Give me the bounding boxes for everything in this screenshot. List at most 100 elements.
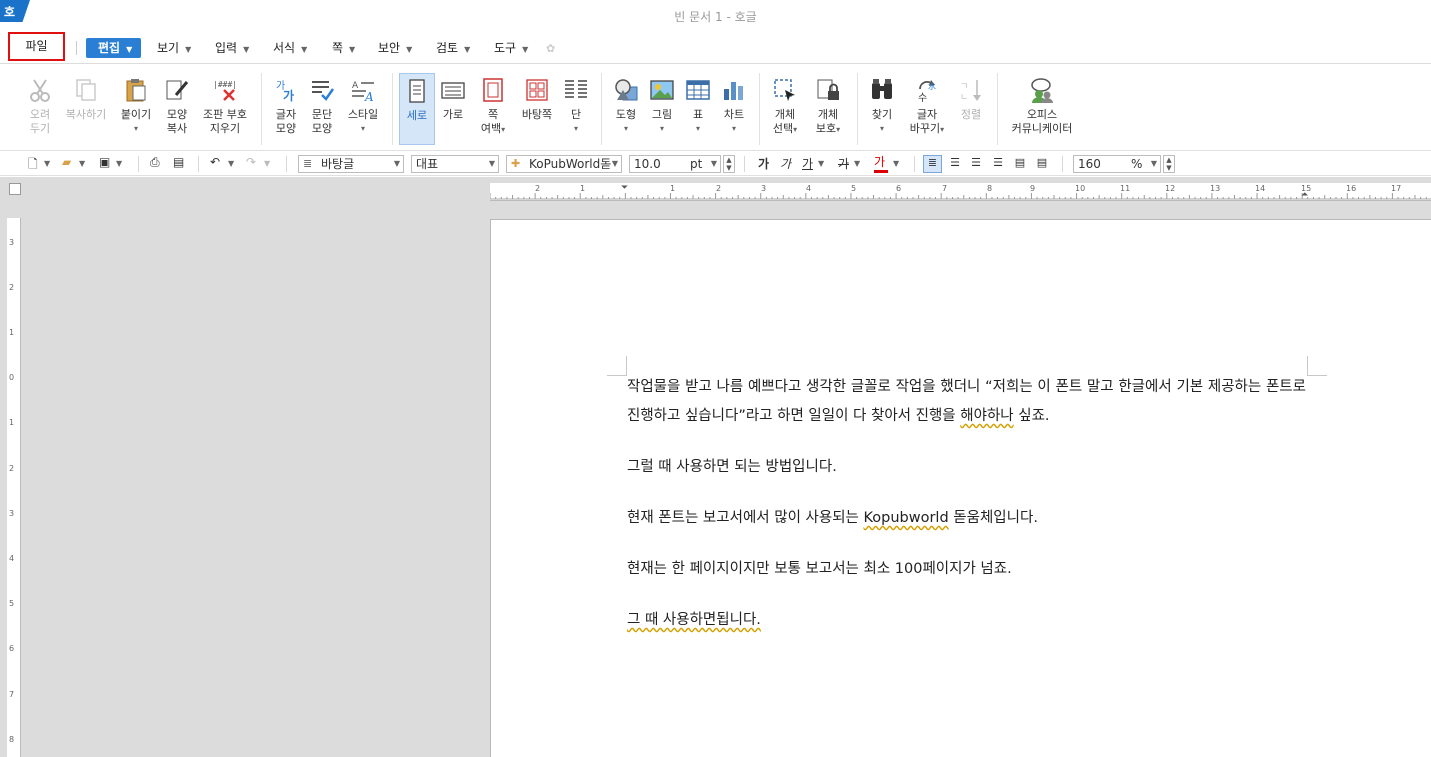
font-size-select[interactable]: 10.0 pt ▼ [629,155,721,173]
page-margins-button[interactable]: 쪽 여백▾ [474,73,512,149]
shapes-button[interactable]: 도형 ▾ [608,73,644,149]
ruler-number: 11 [1120,184,1131,193]
master-page-button[interactable]: 바탕쪽 [515,73,559,149]
find-button[interactable]: 찾기 ▾ [864,73,900,149]
ruler-number: 8 [9,735,15,744]
portrait-button[interactable]: 세로 [399,73,435,145]
menu-format[interactable]: 서식 ▼ [273,38,307,58]
menu-view[interactable]: 보기 ▼ [157,38,191,58]
lock-icon [817,79,839,100]
ruler-number: 2 [9,464,15,473]
document-page[interactable]: 작업물을 받고 나름 예쁘다고 생각한 글꼴로 작업을 했더니 “저희는 이 폰… [490,219,1431,757]
align-right-button[interactable]: ☰ [968,155,984,173]
language-select[interactable]: 대표 ▼ [411,155,499,173]
menu-security[interactable]: 보안 ▼ [378,38,412,58]
redo-icon[interactable]: ↷ [246,155,262,173]
char-shape-button[interactable]: 가가 글자 모양 [268,73,304,149]
align-justify-button[interactable]: ≣ [923,155,942,173]
format-copy-label-2: 복사 [166,122,188,135]
italic-button[interactable]: 가 [780,155,794,173]
landscape-button[interactable]: 가로 [437,73,469,149]
zoom-spinner[interactable]: ▲ ▼ [1163,155,1175,173]
print-icon[interactable]: ⎙ [150,155,166,173]
picture-button[interactable]: 그림 ▾ [646,73,678,149]
horizontal-ruler[interactable]: 2 1 1 2 3 4 5 6 7 8 9 10 11 12 13 14 15 … [490,183,1431,201]
para-shape-button[interactable]: 문단 모양 [304,73,340,149]
ruler-number: 2 [9,283,15,292]
vertical-ruler[interactable]: 3 2 1 0 1 2 3 4 5 6 7 8 [7,218,21,757]
chevron-down-icon[interactable]: ▼ [854,159,864,177]
paste-button[interactable]: 붙이기 ▾ [116,73,156,149]
align-center-button[interactable]: ☰ [990,155,1006,173]
cut-button[interactable]: 오려 두기 [20,73,60,149]
split-button[interactable]: ▤ [1034,155,1050,173]
underline-button[interactable]: 가 [802,155,816,173]
distribute-button[interactable]: ▤ [1012,155,1028,173]
ruler-number: 9 [1030,184,1036,193]
ruler-corner-button[interactable] [9,183,21,195]
paragraph[interactable]: 작업물을 받고 나름 예쁘다고 생각한 글꼴로 작업을 했더니 “저희는 이 폰… [627,373,1306,431]
chart-button[interactable]: 차트 ▾ [718,73,750,149]
zoom-unit: % [1131,157,1143,171]
copy-button[interactable]: 복사하기 [62,73,110,149]
paragraph[interactable]: 그럴 때 사용하면 되는 방법입니다. [627,453,1306,482]
ruler-number: 8 [987,184,993,193]
spell-error-word: Kopubworld [863,510,949,526]
style-button[interactable]: AA 스타일 ▾ [342,73,384,149]
paragraph[interactable]: 현재 폰트는 보고서에서 많이 사용되는 Kopubworld 돋움체입니다. [627,504,1306,533]
columns-button[interactable]: 단 ▾ [560,73,592,149]
right-margin-marker-icon[interactable]: ⏶ [1301,190,1308,200]
help-icon[interactable]: ✿ [546,42,560,55]
table-button[interactable]: 표 ▾ [682,73,714,149]
chevron-down-icon[interactable]: ▼ [893,159,903,177]
sort-button[interactable]: ㄱㄴ 정렬 [952,73,990,149]
font-select[interactable]: ✚ KoPubWorld돋 ▼ [506,155,622,173]
zoom-select[interactable]: 160 % ▼ [1073,155,1161,173]
chevron-down-icon[interactable]: ▼ [228,159,238,177]
font-color-button[interactable]: 가 [874,155,888,173]
paragraph[interactable]: 그 때 사용하면됩니다. [627,606,1306,635]
empty-line [627,533,1306,555]
chevron-down-icon[interactable]: ▼ [79,159,89,177]
print-preview-icon[interactable]: ▤ [173,155,189,173]
chevron-down-icon[interactable]: ▼ [264,159,274,177]
menu-review[interactable]: 검토 ▼ [436,38,470,58]
menu-page[interactable]: 쪽 ▼ [332,38,355,58]
save-icon[interactable]: ▣ [99,155,115,173]
office-communicator-button[interactable]: 오피스 커뮤니케이터 [1004,73,1080,149]
page-margins-text: 여백 [480,122,502,135]
columns-icon [565,80,587,98]
document-body[interactable]: 작업물을 받고 나름 예쁘다고 생각한 글꼴로 작업을 했더니 “저희는 이 폰… [627,373,1306,635]
align-left-button[interactable]: ☰ [947,155,963,173]
menu-edit[interactable]: 편집 ▼ [86,38,141,58]
ruler-number: 4 [9,554,15,563]
indent-marker-icon[interactable]: ⏷ [621,183,628,193]
chevron-down-icon: ▼ [126,45,133,54]
paragraph[interactable]: 현재는 한 페이지이지만 보통 보고서는 최소 100페이지가 넘죠. [627,555,1306,584]
menu-insert[interactable]: 입력 ▼ [215,38,249,58]
object-protect-button[interactable]: 개체 보호▾ [808,73,848,149]
chevron-down-icon[interactable]: ▼ [818,159,828,177]
open-folder-icon[interactable]: ▰ [62,155,78,173]
svg-text:가: 가 [283,88,294,103]
menu-tools[interactable]: 도구 ▼ [494,38,528,58]
bold-button[interactable]: 가 [758,155,772,173]
strikethrough-button[interactable]: 가 [838,155,852,173]
new-document-icon[interactable]: 🗋 [28,155,44,173]
toolbar-divider [138,156,139,172]
shapes-label: 도형 [615,108,637,121]
toolbar-divider [1062,156,1063,172]
style-select[interactable]: ≣ 바탕글 ▼ [298,155,404,173]
scissors-icon [30,79,50,102]
format-copy-button[interactable]: 모양 복사 [158,73,196,149]
object-select-button[interactable]: 개체 선택▾ [765,73,805,149]
menu-file[interactable]: 파일 [8,32,65,61]
copy-icon [76,79,96,101]
replace-button[interactable]: 水수 글자 바꾸기▾ [904,73,950,149]
chevron-down-icon[interactable]: ▼ [44,159,54,177]
undo-icon[interactable]: ↶ [210,155,226,173]
clear-codes-button[interactable]: |###| 조판 부호 지우기 [198,73,252,149]
chevron-down-icon[interactable]: ▼ [116,159,126,177]
object-select-icon [774,79,795,101]
font-size-spinner[interactable]: ▲ ▼ [723,155,735,173]
